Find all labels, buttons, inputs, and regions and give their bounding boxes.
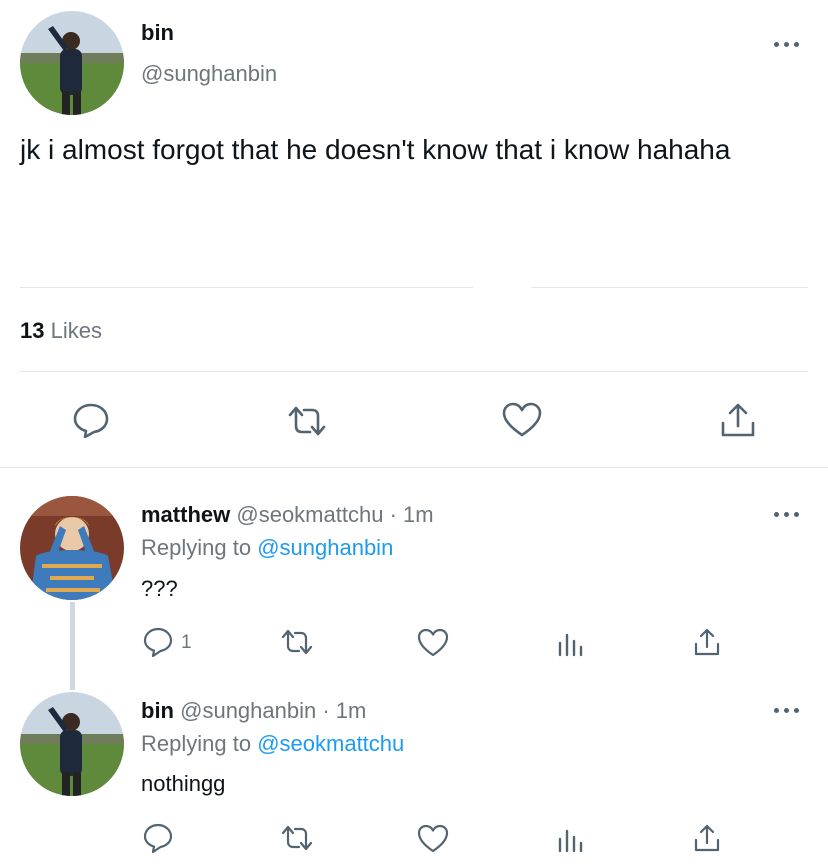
retweet-icon[interactable]	[280, 824, 314, 852]
retweet-icon[interactable]	[286, 404, 328, 438]
reply-header: bin @sunghanbin · 1m	[141, 698, 366, 724]
replying-to-label: Replying to	[141, 731, 252, 756]
likes-count: 13	[20, 318, 45, 343]
share-icon[interactable]	[693, 627, 721, 657]
avatar-matthew[interactable]	[20, 496, 124, 600]
reply-text: ???	[141, 576, 178, 601]
reply-count: 1	[181, 632, 192, 653]
avatar-bin[interactable]	[20, 692, 124, 796]
reply-header: matthew @seokmattchu · 1m	[141, 502, 434, 528]
author-handle[interactable]: @sunghanbin	[141, 61, 277, 87]
reply-author-name[interactable]: matthew	[141, 502, 230, 527]
share-icon[interactable]	[693, 823, 721, 853]
replying-to: Replying to @sunghanbin	[141, 535, 393, 561]
author-name[interactable]: bin	[141, 20, 174, 46]
more-options-icon[interactable]	[774, 41, 800, 49]
heart-icon[interactable]	[502, 402, 542, 438]
reply-text: nothingg	[141, 771, 226, 796]
likes-label: Likes	[50, 318, 102, 343]
reply-time: · 1m	[322, 698, 367, 723]
replying-to-link[interactable]: @sunghanbin	[257, 535, 393, 560]
divider	[531, 287, 808, 288]
heart-icon[interactable]	[417, 628, 449, 657]
reply-icon[interactable]	[143, 627, 173, 657]
replying-to-link[interactable]: @seokmattchu	[257, 731, 404, 756]
reply-author-handle[interactable]: @seokmattchu	[236, 502, 383, 527]
replying-to: Replying to @seokmattchu	[141, 731, 404, 757]
thread-connector	[70, 602, 75, 690]
more-options-icon[interactable]	[774, 707, 800, 715]
tweet-text: jk i almost forgot that he doesn't know …	[20, 134, 731, 165]
divider	[20, 371, 808, 372]
reply-icon[interactable]	[72, 402, 110, 438]
divider	[0, 467, 828, 468]
analytics-icon[interactable]	[557, 825, 585, 853]
reply-time: · 1m	[389, 502, 434, 527]
retweet-icon[interactable]	[280, 628, 314, 656]
analytics-icon[interactable]	[557, 629, 585, 657]
share-icon[interactable]	[720, 401, 756, 439]
divider	[20, 287, 473, 288]
reply-author-name[interactable]: bin	[141, 698, 174, 723]
reply-author-handle[interactable]: @sunghanbin	[180, 698, 316, 723]
replying-to-label: Replying to	[141, 535, 252, 560]
avatar-bin[interactable]	[20, 11, 124, 115]
likes-stat[interactable]: 13 Likes	[20, 318, 102, 344]
heart-icon[interactable]	[417, 824, 449, 853]
reply-icon[interactable]	[143, 823, 173, 853]
more-options-icon[interactable]	[774, 511, 800, 519]
